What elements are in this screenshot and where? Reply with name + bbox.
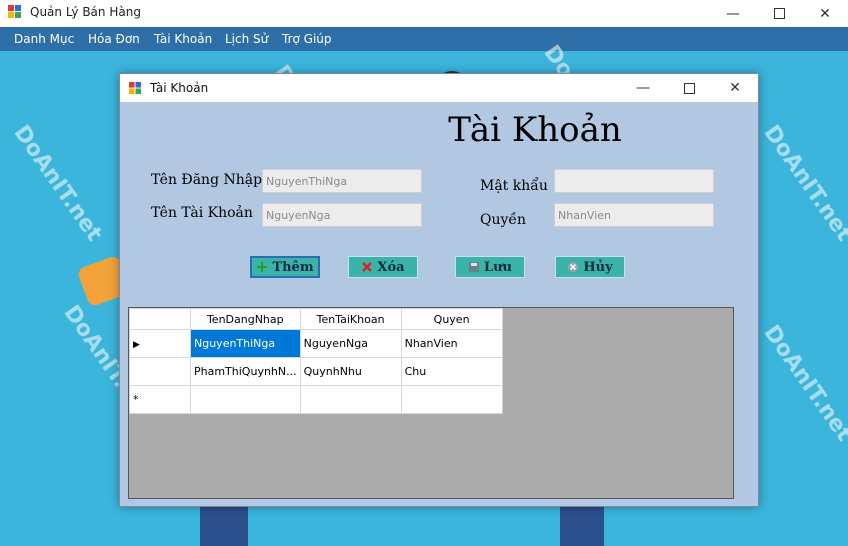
username-field[interactable]: NguyenThiNga [262,169,422,193]
watermark-text: DoAnIT.net [758,320,848,447]
account-name-field[interactable]: NguyenNga [262,203,422,227]
dialog-maximize-button[interactable] [666,74,712,102]
role-field[interactable]: NhanVien [554,203,714,227]
table-cell[interactable]: PhamThiQuynhN... [190,357,301,386]
save-icon [468,262,479,272]
dialog-minimize-button[interactable]: — [620,74,666,102]
main-window-title: Quản Lý Bán Hàng [30,5,141,19]
cancel-icon [568,262,579,272]
menu-danh-muc[interactable]: Danh Mục [14,32,74,46]
dialog-close-button[interactable]: ✕ [712,74,758,102]
close-icon: ✕ [819,5,831,22]
password-field[interactable] [554,169,714,193]
column-header-tentaikhoan[interactable]: TenTaiKhoan [299,308,402,330]
add-button[interactable]: Thêm [250,256,320,278]
menu-tai-khoan[interactable]: Tài Khoản [154,32,212,46]
dialog-title-bar: Tài Khoản — ✕ [120,74,758,102]
table-cell[interactable]: NguyenNga [299,329,402,358]
new-table-row[interactable]: * [129,385,503,414]
accounts-table: TenDangNhap TenTaiKhoan Quyen ▶ NguyenTh… [129,308,503,414]
close-button[interactable]: ✕ [802,0,848,27]
maximize-button[interactable] [756,0,802,27]
main-title-bar: Quản Lý Bán Hàng — ✕ [0,0,848,27]
background-figure-bottom-right [560,506,604,546]
page-title: Tài Khoản [448,110,622,150]
save-button[interactable]: Lưu [455,256,525,278]
minimize-icon: — [636,80,650,96]
table-cell[interactable] [190,385,301,414]
add-button-label: Thêm [272,259,314,275]
delete-icon [362,262,373,272]
column-header-tendangnhap[interactable]: TenDangNhap [190,308,301,330]
table-header-row: TenDangNhap TenTaiKhoan Quyen [129,308,503,330]
table-row[interactable]: PhamThiQuynhN... QuynhNhu Chu [129,357,503,386]
menu-lich-su[interactable]: Lịch Sử [225,32,268,46]
row-selector[interactable] [129,357,191,386]
menu-bar: Danh Mục Hóa Đơn Tài Khoản Lịch Sử Trợ G… [0,27,848,51]
table-cell[interactable]: NguyenThiNga [190,329,301,358]
accounts-data-grid[interactable]: TenDangNhap TenTaiKhoan Quyen ▶ NguyenTh… [128,307,734,499]
table-cell[interactable] [299,385,402,414]
table-cell[interactable] [400,385,503,414]
minimize-button[interactable]: — [710,0,756,27]
cancel-button-label: Hủy [583,259,613,275]
cancel-button[interactable]: Hủy [555,256,625,278]
watermark-text: DoAnIT.net [8,120,107,247]
maximize-icon [683,82,695,94]
menu-tro-giup[interactable]: Trợ Giúp [282,32,332,46]
row-header-corner [129,308,191,330]
account-name-label: Tên Tài Khoản [151,205,253,221]
app-icon [8,5,21,18]
minimize-icon: — [726,5,740,22]
app-icon [129,82,142,95]
column-header-quyen[interactable]: Quyen [400,308,503,330]
menu-hoa-don[interactable]: Hóa Đơn [88,32,140,46]
account-dialog: Tài Khoản — ✕ Tài Khoản Tên Đăng Nhập Ng… [119,73,759,507]
background-figure-bottom-left [200,506,248,546]
dialog-title: Tài Khoản [150,81,209,95]
role-label: Quyền [480,212,527,228]
current-row-arrow-icon: ▶ [133,340,140,350]
add-icon [257,262,268,272]
username-label: Tên Đăng Nhập [151,172,263,188]
maximize-icon [773,8,785,19]
table-row[interactable]: ▶ NguyenThiNga NguyenNga NhanVien [129,329,503,358]
delete-button[interactable]: Xóa [348,256,418,278]
table-cell[interactable]: NhanVien [400,329,503,358]
new-row-marker: * [129,385,191,414]
save-button-label: Lưu [483,259,513,275]
delete-button-label: Xóa [377,259,405,275]
close-icon: ✕ [729,80,741,96]
table-cell[interactable]: Chu [400,357,503,386]
row-selector[interactable]: ▶ [129,329,191,358]
password-label: Mật khẩu [480,178,548,194]
table-cell[interactable]: QuynhNhu [299,357,402,386]
